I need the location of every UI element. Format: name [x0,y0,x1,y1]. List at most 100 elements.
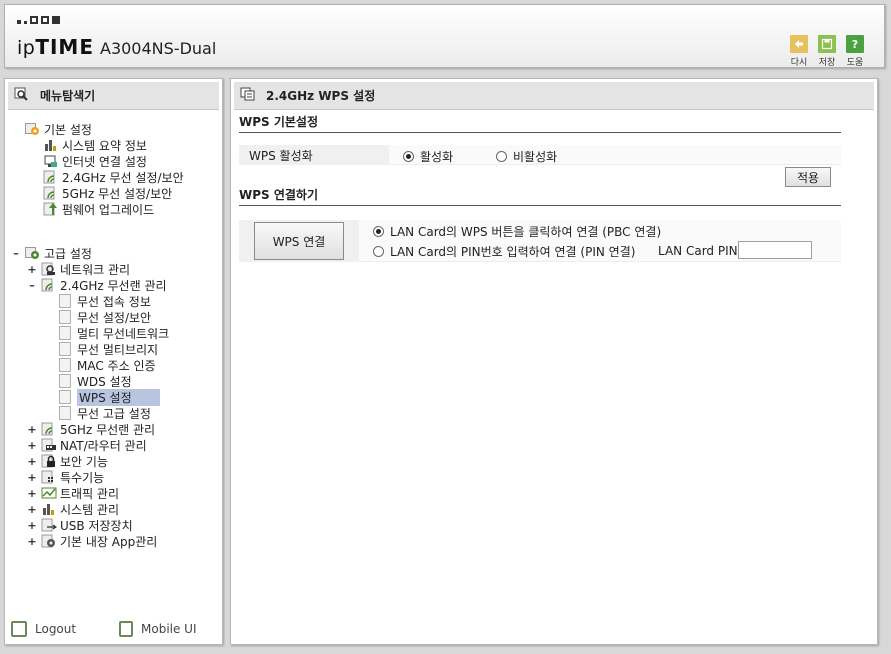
page-title: 2.4GHz WPS 설정 [266,89,376,103]
wps-connect-button[interactable]: WPS 연결 [254,222,344,260]
tree-item-label: 2.4GHz 무선 설정/보안 [62,170,184,185]
logout-link[interactable]: Logout [11,620,76,638]
tree-item-label: 무선 설정/보안 [77,310,152,325]
lan-card-pin-input[interactable] [738,241,812,259]
tree-item-label: USB 저장장치 [60,518,133,533]
tree-wireless-access-info[interactable]: 무선 접속 정보 [59,293,151,309]
tree-security[interactable]: + 보안 기능 [27,453,108,469]
help-icon: ? [846,35,864,53]
collapse-icon[interactable]: – [11,247,21,260]
lan-card-pin-label: LAN Card PIN [658,244,738,258]
tree-firmware-upgrade[interactable]: 펌웨어 업그레이드 [43,201,154,217]
monitor-icon [43,154,59,168]
menu-explorer-header: 메뉴탐색기 [8,82,219,110]
router-icon [41,438,57,452]
tree-item-label: WDS 설정 [77,374,132,389]
usb-icon [41,518,58,532]
expand-icon[interactable]: + [27,439,37,452]
wifi-icon [41,278,57,292]
expand-icon[interactable]: + [27,487,37,500]
network-icon [41,262,57,276]
expand-icon[interactable]: + [27,535,37,548]
tree-item-label: 네트워크 관리 [60,262,131,277]
tree-item-label: NAT/라우터 관리 [60,438,147,453]
tree-mac-auth[interactable]: MAC 주소 인증 [59,357,156,373]
tree-system-management[interactable]: + 시스템 관리 [27,501,119,517]
help-button[interactable]: ? 도움 [844,35,866,68]
tree-builtin-apps[interactable]: + 기본 내장 App관리 [27,533,157,549]
tree-internet-settings[interactable]: 인터넷 연결 설정 [43,153,147,169]
wps-connect-section-title: WPS 연결하기 [239,186,841,206]
tree-nat-router[interactable]: + NAT/라우터 관리 [27,437,147,453]
tree-multi-network[interactable]: 멀티 무선네트워크 [59,325,169,341]
tree-wireless5-settings[interactable]: 5GHz 무선 설정/보안 [43,185,172,201]
collapse-icon[interactable]: – [27,279,37,292]
tree-item-label: 기본 내장 App관리 [60,534,158,549]
tree-advanced-settings[interactable]: – 고급 설정 [11,245,92,261]
wps-enable-radio[interactable]: 활성화 [403,148,453,165]
mobile-ui-label: Mobile UI [141,622,197,636]
radio-dot [403,151,414,162]
tree-item-label: 2.4GHz 무선랜 관리 [60,278,167,293]
main-panel-header: 2.4GHz WPS 설정 [234,82,874,110]
menu-explorer: 메뉴탐색기 기본 설정 시스템 요약 정보 인터넷 연결 설정 2.4GHz 무… [4,78,223,645]
tree-special-functions[interactable]: + 특수기능 [27,469,104,485]
mobile-ui-link[interactable]: Mobile UI [119,620,197,638]
page-icon [59,374,71,388]
tree-wlan24-management[interactable]: – 2.4GHz 무선랜 관리 [27,277,167,293]
expand-icon[interactable]: + [27,519,37,532]
page-settings-icon [240,87,256,104]
tree-wireless-advanced[interactable]: 무선 고급 설정 [59,405,151,421]
save-button[interactable]: 저장 [816,35,838,68]
tree-item-label: 무선 접속 정보 [77,294,151,309]
wps-disable-option-label: 비활성화 [513,150,558,164]
tree-network-management[interactable]: + 네트워크 관리 [27,261,130,277]
tree-item-label: 펌웨어 업그레이드 [62,202,155,217]
wps-disable-radio[interactable]: 비활성화 [496,148,557,165]
tree-basic-label: 기본 설정 [44,122,92,137]
tree-item-label: 무선 멀티브리지 [77,342,159,357]
expand-icon[interactable]: + [27,503,37,516]
mobile-icon [119,621,133,637]
top-header: ip TIME A3004NS-Dual 다시 저장 ? 도움 [4,4,885,68]
expand-icon[interactable]: + [27,455,37,468]
tree-multi-bridge[interactable]: 무선 멀티브리지 [59,341,158,357]
refresh-button[interactable]: 다시 [788,35,810,68]
tree-advanced-label: 고급 설정 [44,246,92,261]
tree-usb-storage[interactable]: + USB 저장장치 [27,517,133,533]
menu-explorer-title: 메뉴탐색기 [40,89,96,103]
logout-label: Logout [35,622,77,636]
tree-wireless24-settings[interactable]: 2.4GHz 무선 설정/보안 [43,169,184,185]
tree-basic-settings[interactable]: 기본 설정 [25,121,92,137]
pbc-connect-radio[interactable]: LAN Card의 WPS 버튼을 클릭하여 연결 (PBC 연결) [373,223,661,240]
expand-icon[interactable]: + [27,471,37,484]
radio-dot [373,226,384,237]
special-icon [41,470,57,484]
refresh-icon [790,35,808,53]
tree-wds-settings[interactable]: WDS 설정 [59,373,132,389]
tree-item-label: 5GHz 무선 설정/보안 [62,186,173,201]
apply-button[interactable]: 적용 [785,167,831,187]
page-icon [59,390,71,404]
bar-chart-icon [41,502,57,516]
tree-wps-settings[interactable]: WPS 설정 [59,388,160,406]
tree-item-label: 시스템 요약 정보 [62,138,147,153]
help-label: 도움 [846,58,864,68]
tree-wireless-security[interactable]: 무선 설정/보안 [59,309,151,325]
expand-icon[interactable]: + [27,423,37,436]
tree-item-label: 특수기능 [60,470,105,485]
tree-item-label: 트래픽 관리 [60,486,120,501]
expand-icon[interactable]: + [27,263,37,276]
bar-chart-icon [43,138,59,152]
refresh-label: 다시 [790,58,808,68]
wifi-icon [43,170,59,184]
tree-wlan5-management[interactable]: + 5GHz 무선랜 관리 [27,421,155,437]
tree-item-label: MAC 주소 인증 [77,358,156,373]
tree-item-label: 시스템 관리 [60,502,120,517]
tree-traffic-management[interactable]: + 트래픽 관리 [27,485,119,501]
tree-system-summary[interactable]: 시스템 요약 정보 [43,137,147,153]
brand-main: TIME [35,35,94,59]
upgrade-icon [43,202,59,216]
page-icon [59,294,71,308]
pin-connect-radio[interactable]: LAN Card의 PIN번호 입력하여 연결 (PIN 연결) [373,243,635,260]
